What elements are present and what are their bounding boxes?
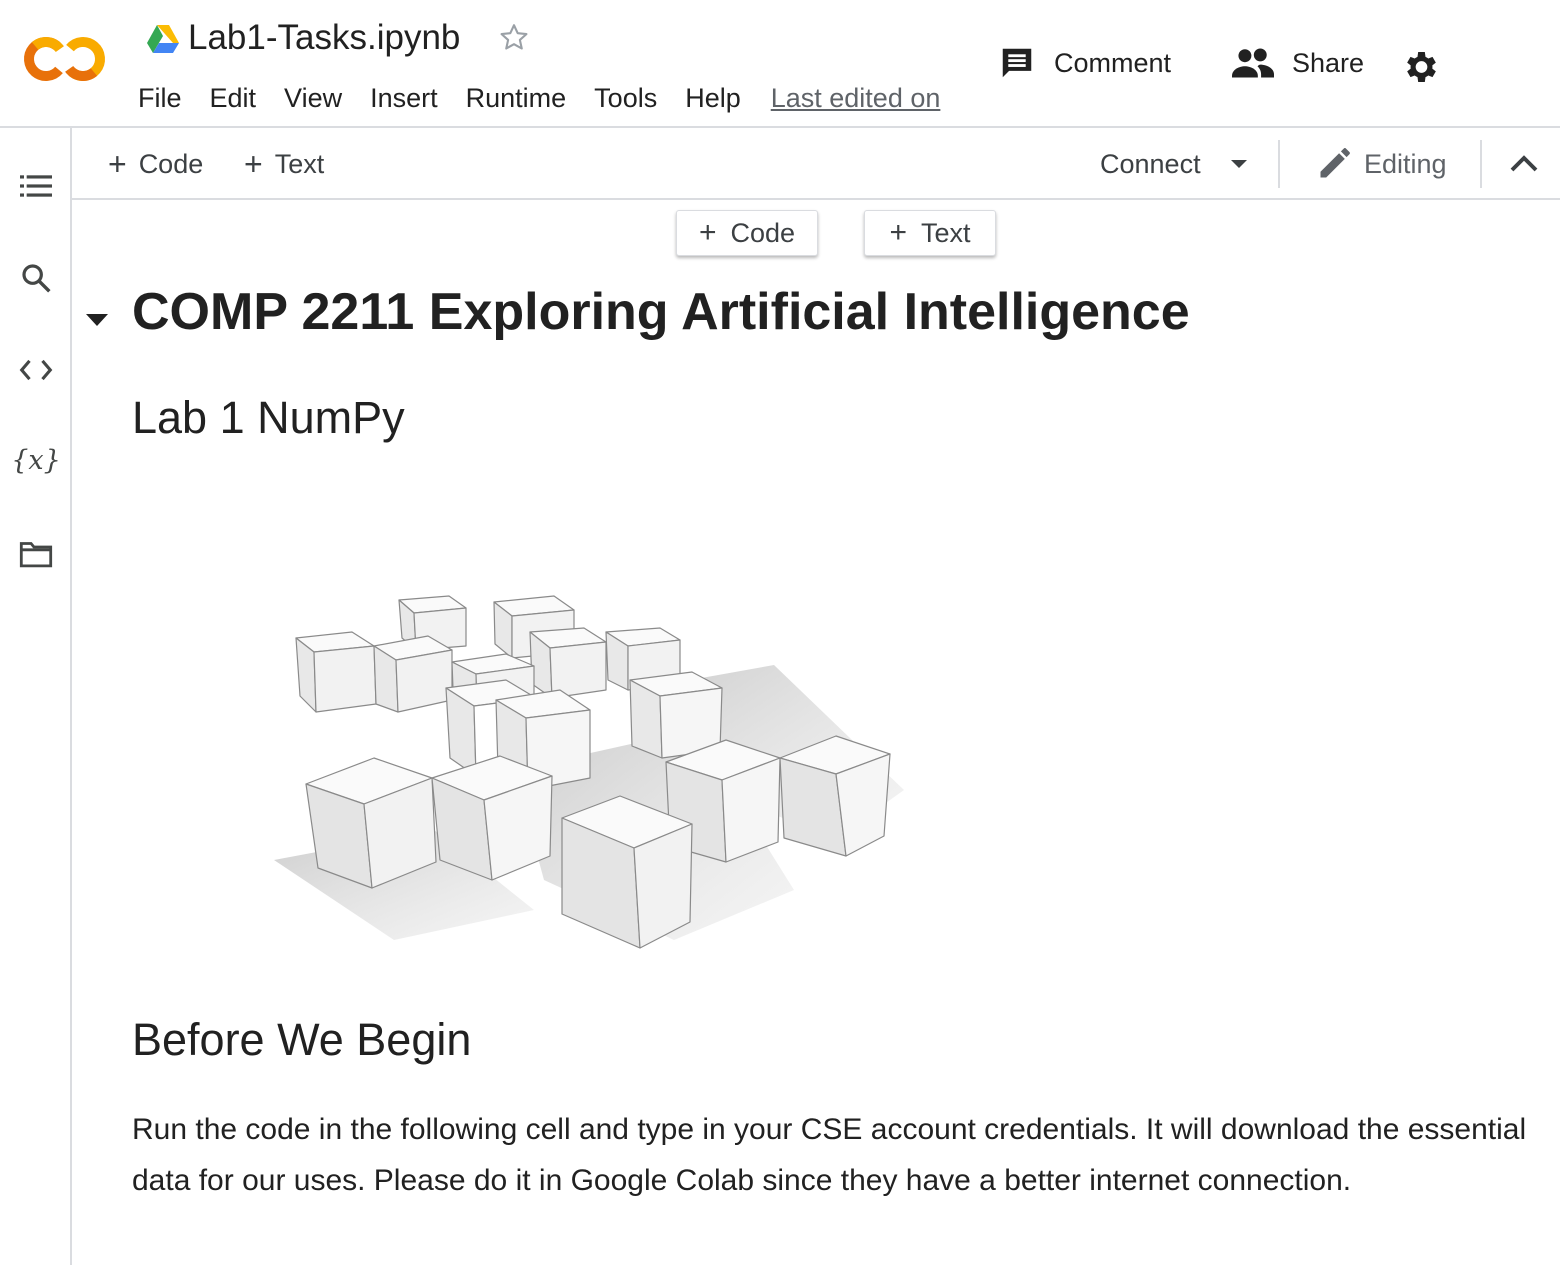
gear-icon	[1407, 52, 1436, 82]
editing-label: Editing	[1364, 148, 1447, 179]
toolbar-divider	[1278, 140, 1280, 188]
settings-button[interactable]	[1400, 42, 1458, 92]
comment-label: Comment	[1054, 47, 1172, 78]
section-paragraph: Run the code in the following cell and t…	[132, 1113, 1527, 1197]
section-collapse-caret-icon[interactable]	[84, 310, 110, 330]
comment-button[interactable]: Comment	[998, 38, 1171, 88]
section-heading: Before We Begin	[132, 1014, 472, 1065]
google-drive-icon[interactable]	[146, 24, 180, 54]
numpy-cubes-illustration	[274, 595, 904, 949]
add-code-cell-button[interactable]: + Code	[108, 144, 203, 184]
people-icon	[1232, 48, 1274, 78]
add-text-label: Text	[274, 148, 325, 179]
menu-file[interactable]: File	[124, 83, 196, 114]
notebook-content: + Code + Text COMP 2211 Exploring Artifi…	[74, 200, 1560, 1265]
connect-label: Connect	[1100, 148, 1201, 179]
add-code-label: Code	[138, 148, 204, 179]
menu-insert[interactable]: Insert	[356, 83, 452, 114]
app-header: Lab1-Tasks.ipynb File Edit View Insert R…	[0, 0, 1560, 128]
share-button[interactable]: Share	[1232, 38, 1364, 88]
menu-tools[interactable]: Tools	[580, 83, 671, 114]
insert-text-cell-button[interactable]: + Text	[864, 210, 996, 256]
plus-icon: +	[889, 216, 907, 249]
notebook-file-name[interactable]: Lab1-Tasks.ipynb	[188, 18, 460, 58]
pencil-icon	[1320, 148, 1350, 178]
insert-text-label: Text	[921, 217, 971, 248]
menu-bar: File Edit View Insert Runtime Tools Help…	[124, 78, 940, 118]
chevron-down-icon[interactable]	[1229, 158, 1249, 170]
comment-icon	[1002, 48, 1032, 78]
last-edited-link[interactable]: Last edited on	[755, 83, 941, 114]
menu-help[interactable]: Help	[671, 83, 755, 114]
variables-icon[interactable]: {x}	[11, 440, 61, 480]
table-of-contents-icon[interactable]	[16, 166, 56, 206]
search-icon[interactable]	[16, 258, 56, 298]
menu-runtime[interactable]: Runtime	[452, 83, 581, 114]
plus-icon: +	[698, 216, 717, 249]
menu-edit[interactable]: Edit	[196, 83, 271, 114]
share-label: Share	[1292, 47, 1365, 78]
left-sidebar: {x}	[0, 128, 72, 1265]
insert-code-cell-button[interactable]: + Code	[676, 210, 818, 256]
insert-code-label: Code	[730, 217, 796, 248]
toolbar-divider	[1480, 140, 1482, 188]
colab-logo[interactable]	[22, 30, 108, 88]
code-snippets-icon[interactable]	[16, 350, 56, 390]
menu-view[interactable]: View	[270, 83, 356, 114]
notebook-toolbar: + Code + Text Connect Editing	[72, 128, 1560, 200]
plus-icon: +	[108, 145, 127, 182]
connect-button[interactable]: Connect	[1100, 144, 1249, 184]
star-icon[interactable]	[496, 20, 532, 56]
editing-mode-button[interactable]: Editing	[1316, 144, 1447, 184]
files-icon[interactable]	[16, 534, 56, 574]
plus-icon: +	[244, 145, 263, 182]
chevron-up-icon[interactable]	[1506, 146, 1542, 182]
notebook-title: COMP 2211 Exploring Artificial Intellige…	[132, 283, 1190, 341]
add-text-cell-button[interactable]: + Text	[244, 144, 324, 184]
notebook-subtitle: Lab 1 NumPy	[132, 392, 405, 443]
